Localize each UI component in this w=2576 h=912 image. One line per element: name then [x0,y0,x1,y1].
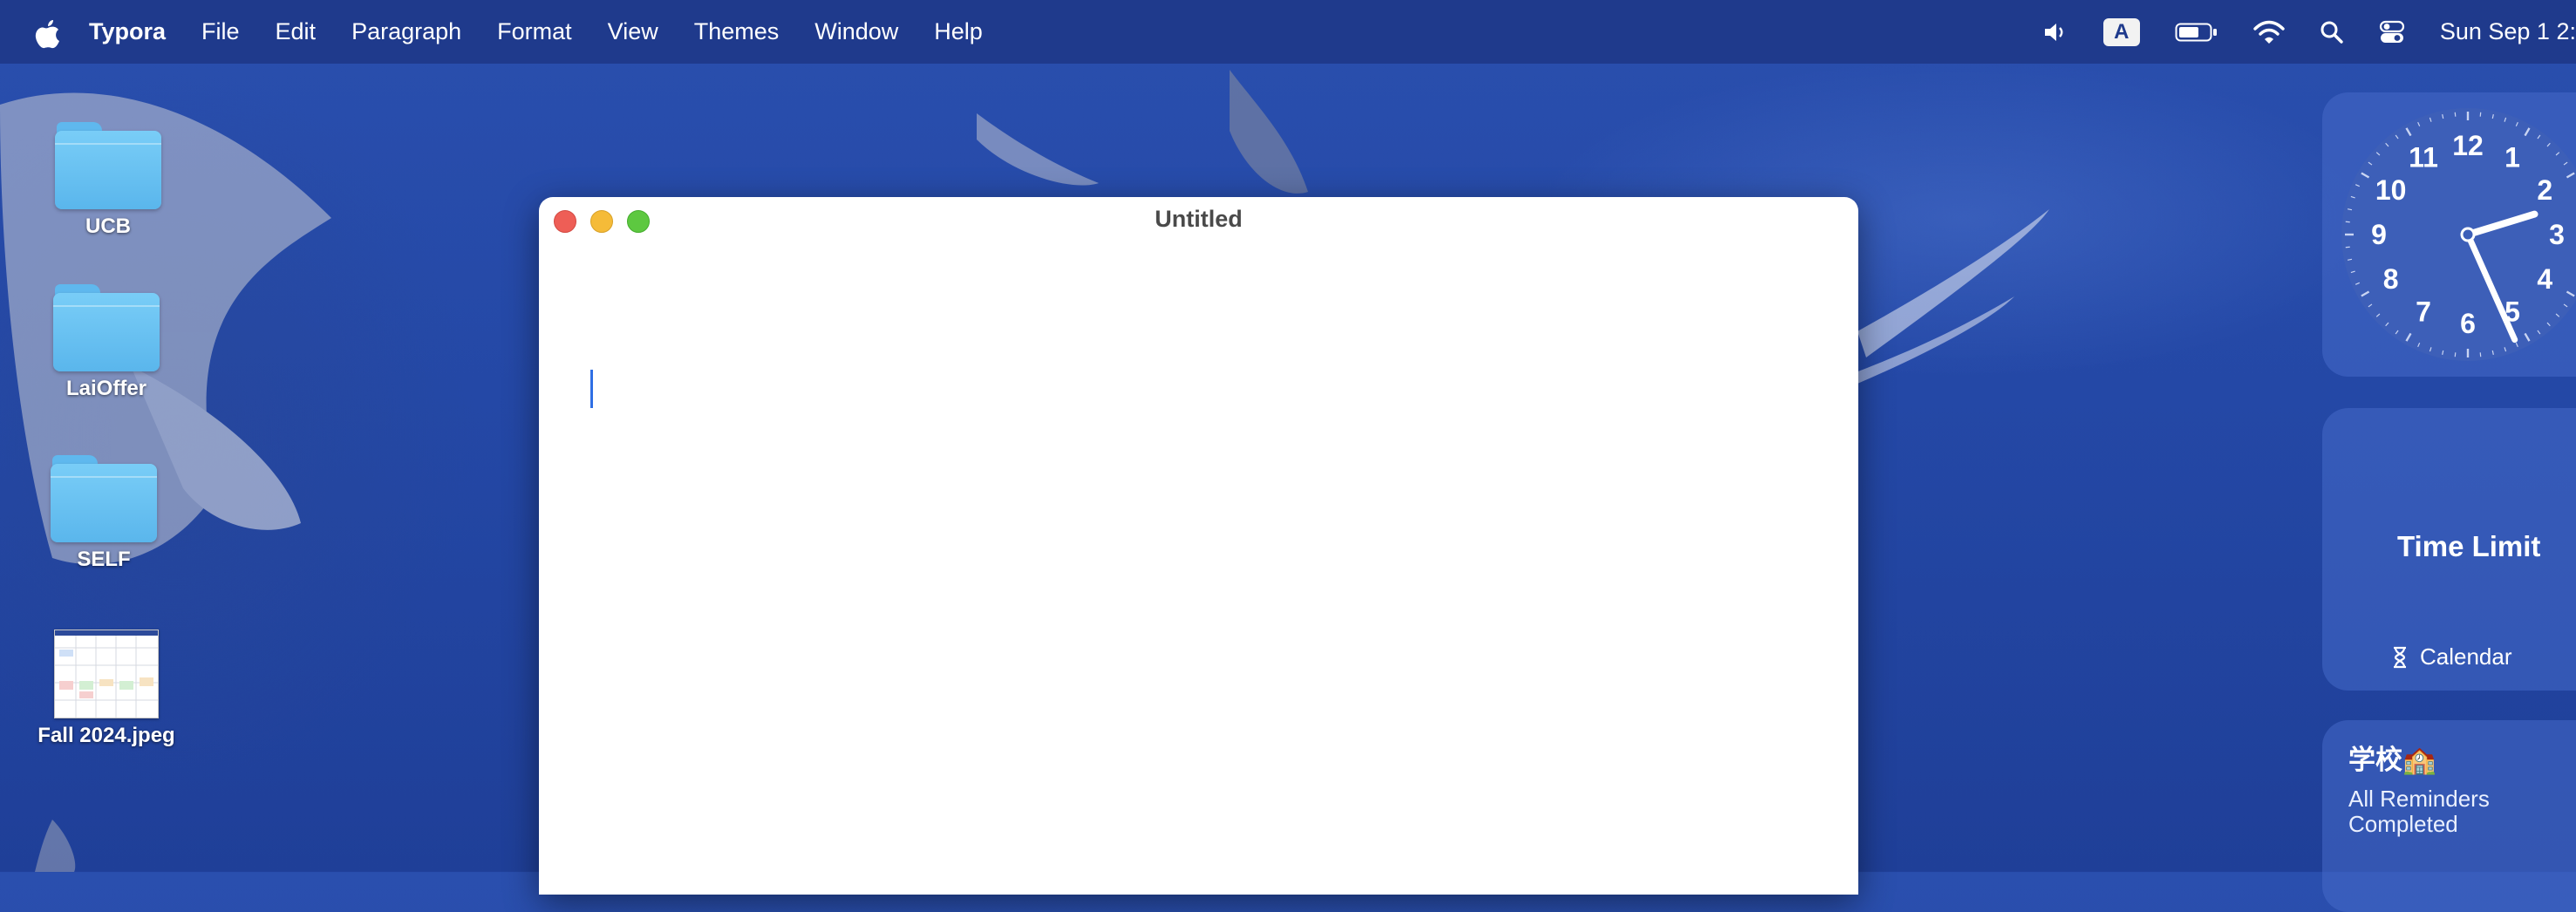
wifi-icon[interactable] [2253,20,2285,44]
folder-icon [53,284,160,371]
hourglass-icon [2394,646,2406,668]
folder-icon [55,122,161,209]
speaker-icon[interactable] [2042,20,2068,44]
clock-number: 7 [2416,296,2431,327]
menu-app-typora[interactable]: Typora [89,18,166,45]
clock-number: 12 [2452,130,2484,161]
time-limit-app-label: Calendar [2420,643,2512,670]
clock-number: 11 [2409,142,2438,174]
desktop-item-label: SELF [77,548,131,571]
menu-paragraph[interactable]: Paragraph [351,18,461,45]
analog-clock-icon: 12 1234567891011 [2341,108,2576,361]
clock-number: 9 [2371,219,2387,250]
menu-bar: Typora File Edit Paragraph Format View T… [0,0,2576,64]
desktop-item-label: UCB [85,214,131,238]
editor-area[interactable] [539,246,1858,895]
desktop-file-fall-2024[interactable]: Fall 2024.jpeg [19,630,194,748]
clock-number: 8 [2383,263,2399,295]
apple-logo-icon[interactable] [33,16,63,49]
clock-center-pin [2460,227,2476,242]
desktop-folder-laioffer[interactable]: LaiOffer [19,284,194,401]
clock-widget[interactable]: 12 1 2 3 4 5 6 7 8 9 10 11 [2322,92,2576,377]
clock-tick [2479,112,2482,117]
clock-number: 6 [2460,308,2476,339]
typora-window: Untitled [539,197,1858,895]
time-limit-title: Time Limit [2397,530,2541,562]
clock-number: 1 [2504,142,2520,174]
input-source-badge[interactable]: A [2102,17,2140,46]
time-limit-widget[interactable]: Time Limit Calendar [2322,408,2576,691]
menu-edit[interactable]: Edit [276,18,317,45]
clock-number: 4 [2537,263,2552,295]
desktop-item-label: Fall 2024.jpeg [37,724,175,747]
desktop-item-label: LaiOffer [65,377,147,400]
menu-view[interactable]: View [608,18,658,45]
time-limit-app: Calendar [2392,643,2512,670]
clock-tick [2454,112,2457,117]
clock-tick [2479,352,2482,357]
menu-clock[interactable]: Sun Sep 1 2:26 [2440,18,2576,45]
battery-icon[interactable] [2175,21,2218,44]
window-titlebar[interactable]: Untitled [539,197,1858,246]
menu-format[interactable]: Format [497,18,572,45]
control-center-icon[interactable] [2379,19,2405,45]
menu-window[interactable]: Window [814,18,898,45]
clock-number: 2 [2537,174,2552,206]
window-title: Untitled [1155,206,1243,232]
menu-themes[interactable]: Themes [694,18,780,45]
clock-number: 10 [2375,174,2407,206]
clock-tick [2345,221,2350,223]
spotlight-search-icon[interactable] [2320,20,2344,44]
desktop-folder-ucb[interactable]: UCB [21,122,195,239]
text-caret [590,370,593,408]
reminders-list-name: 学校🏫 [2348,745,2436,775]
folder-icon [51,455,157,542]
menu-file[interactable]: File [201,18,240,45]
reminders-widget[interactable]: 学校🏫 0 All Reminders Completed [2322,720,2576,912]
desktop-folder-self[interactable]: SELF [17,455,191,572]
status-area: A Sun Sep 1 2:26 [2007,0,2576,64]
clock-tick [2454,352,2457,357]
image-thumbnail-icon [54,630,159,718]
menu-help[interactable]: Help [934,18,983,45]
clock-tick [2345,246,2350,248]
clock-number: 3 [2549,219,2565,250]
reminders-status: All Reminders Completed [2348,786,2490,837]
